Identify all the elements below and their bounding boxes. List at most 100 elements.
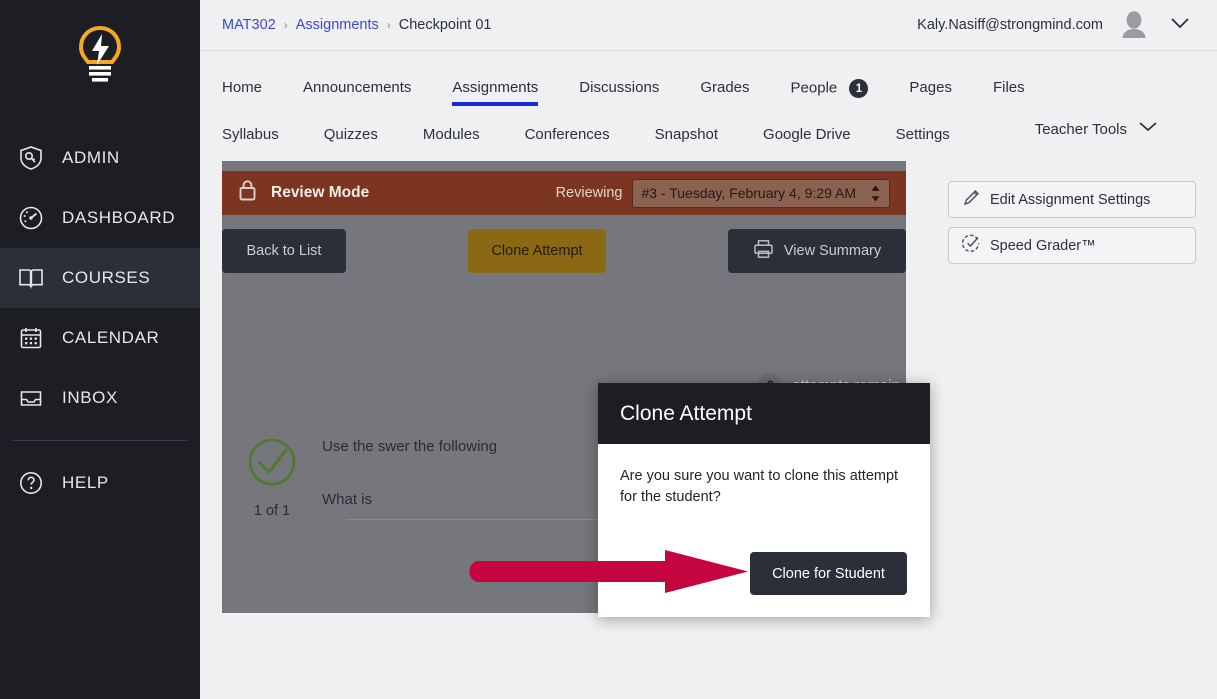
sidebar: ADMIN DASHBOARD COURSES CALENDAR INBOX H… (0, 0, 227, 699)
modal-header: Clone Attempt (598, 383, 930, 444)
course-nav-row-2: Syllabus Quizzes Modules Conferences Sna… (222, 120, 1195, 153)
sidebar-item-courses[interactable]: COURSES (0, 248, 200, 308)
tab-label: Announcements (303, 79, 412, 96)
modal-title: Clone Attempt (620, 401, 752, 425)
course-nav-row-1: Home Announcements Assignments Discussio… (222, 73, 1195, 108)
pencil-icon (962, 188, 981, 211)
tab-label: Files (992, 79, 1025, 96)
review-mode-bar: Review Mode Reviewing #3 - Tuesday, Febr… (222, 171, 906, 215)
tab-pages[interactable]: Pages (909, 73, 952, 106)
tab-grades[interactable]: Grades (700, 73, 749, 106)
question-counter: 1 of 1 (253, 503, 291, 519)
main-area: MAT302 › Assignments › Checkpoint 01 Kal… (200, 0, 1217, 699)
lock-icon (238, 179, 257, 207)
tab-google-drive[interactable]: Google Drive (763, 120, 851, 153)
book-icon (16, 263, 46, 293)
tab-quizzes[interactable]: Quizzes (324, 120, 378, 153)
tab-label: People (790, 79, 838, 97)
people-count-badge: 1 (849, 79, 869, 98)
tab-modules[interactable]: Modules (423, 120, 480, 153)
review-mode-title: Review Mode (271, 184, 370, 201)
sidebar-item-label: HELP (62, 473, 109, 492)
sidebar-item-inbox[interactable]: INBOX (0, 368, 200, 428)
modal-body: Are you sure you want to clone this atte… (598, 444, 930, 508)
speed-grader-label: Speed Grader™ (990, 237, 1096, 254)
tab-label: Syllabus (222, 126, 279, 143)
reviewing-label: Reviewing (555, 185, 623, 201)
teacher-tools-label: Teacher Tools (1034, 120, 1127, 138)
back-to-list-button[interactable]: Back to List (222, 229, 346, 273)
sidebar-item-label: CALENDAR (62, 328, 160, 347)
inbox-icon (16, 383, 46, 413)
logo[interactable] (0, 0, 200, 112)
clone-for-student-button[interactable]: Clone for Student (750, 552, 907, 595)
breadcrumb-current: Checkpoint 01 (398, 17, 492, 33)
breadcrumb-assignments[interactable]: Assignments (296, 17, 379, 33)
sidebar-item-help[interactable]: HELP (0, 453, 200, 513)
right-sidebar: Edit Assignment Settings Speed Grader™ (948, 161, 1196, 613)
sidebar-item-calendar[interactable]: CALENDAR (0, 308, 200, 368)
printer-icon (753, 239, 774, 263)
speed-grader-icon (961, 234, 981, 257)
clone-attempt-modal: Clone Attempt Are you sure you want to c… (598, 383, 930, 617)
top-bar: MAT302 › Assignments › Checkpoint 01 Kal… (200, 0, 1217, 51)
tab-label: Discussions (579, 79, 660, 96)
sidebar-item-dashboard[interactable]: DASHBOARD (0, 188, 200, 248)
sidebar-item-label: DASHBOARD (62, 208, 176, 227)
tab-home[interactable]: Home (222, 73, 262, 106)
back-to-list-label: Back to List (246, 243, 322, 259)
view-summary-label: View Summary (783, 243, 882, 259)
user-menu-chevron-down-icon[interactable] (1165, 12, 1195, 39)
sidebar-item-label: ADMIN (62, 148, 120, 167)
edit-assignment-settings-label: Edit Assignment Settings (990, 191, 1151, 208)
edit-assignment-settings-button[interactable]: Edit Assignment Settings (948, 181, 1196, 218)
shield-key-icon (16, 143, 46, 173)
sidebar-nav: ADMIN DASHBOARD COURSES CALENDAR INBOX H… (0, 128, 200, 513)
tab-announcements[interactable]: Announcements (303, 73, 411, 106)
tab-label: Pages (909, 79, 952, 96)
question-status: 1 of 1 (222, 436, 322, 541)
clone-for-student-label: Clone for Student (772, 565, 885, 582)
calendar-icon (16, 323, 46, 353)
breadcrumb: MAT302 › Assignments › Checkpoint 01 (222, 17, 491, 33)
tab-people[interactable]: People 1 (791, 73, 869, 108)
green-check-circle-icon (246, 436, 298, 493)
course-nav: Home Announcements Assignments Discussio… (200, 51, 1217, 161)
attempt-select-value: #3 - Tuesday, February 4, 9:29 AM (641, 185, 856, 201)
clone-attempt-button[interactable]: Clone Attempt (468, 229, 606, 273)
view-summary-button[interactable]: View Summary (728, 229, 906, 273)
user-email: Kaly.Nasiff@strongmind.com (917, 17, 1103, 33)
tab-label: Settings (895, 126, 950, 143)
sidebar-item-label: INBOX (62, 388, 118, 407)
speed-grader-button[interactable]: Speed Grader™ (948, 227, 1196, 264)
action-button-row: Back to List Clone Attempt View Summary (222, 229, 906, 273)
tab-label: Snapshot (654, 126, 719, 143)
sidebar-item-label: COURSES (62, 268, 151, 287)
sidebar-item-admin[interactable]: ADMIN (0, 128, 200, 188)
breadcrumb-separator: › (386, 18, 391, 32)
tab-label: Conferences (524, 126, 610, 143)
tab-snapshot[interactable]: Snapshot (655, 120, 718, 153)
tab-discussions[interactable]: Discussions (579, 73, 659, 106)
tab-label: Quizzes (323, 126, 378, 143)
spinner-arrows-icon (870, 184, 881, 203)
breadcrumb-course[interactable]: MAT302 (222, 17, 276, 33)
speedometer-icon (16, 203, 46, 233)
tab-label: Assignments (452, 79, 539, 96)
question-circle-icon (16, 468, 46, 498)
teacher-tools-dropdown[interactable]: Teacher Tools (1035, 120, 1195, 138)
tab-label: Grades (700, 79, 750, 96)
tab-conferences[interactable]: Conferences (525, 120, 610, 153)
clone-attempt-label: Clone Attempt (491, 243, 583, 259)
user-avatar-icon[interactable] (1117, 8, 1151, 42)
lightbulb-logo-icon (78, 25, 122, 87)
tab-label: Home (222, 79, 263, 96)
tab-files[interactable]: Files (993, 73, 1025, 106)
tab-label: Modules (422, 126, 480, 143)
sidebar-divider (12, 440, 188, 441)
tab-settings[interactable]: Settings (896, 120, 950, 153)
tab-assignments[interactable]: Assignments (452, 73, 538, 106)
tab-syllabus[interactable]: Syllabus (222, 120, 279, 153)
attempt-select[interactable]: #3 - Tuesday, February 4, 9:29 AM (632, 178, 890, 208)
app-root: ADMIN DASHBOARD COURSES CALENDAR INBOX H… (0, 0, 1217, 699)
